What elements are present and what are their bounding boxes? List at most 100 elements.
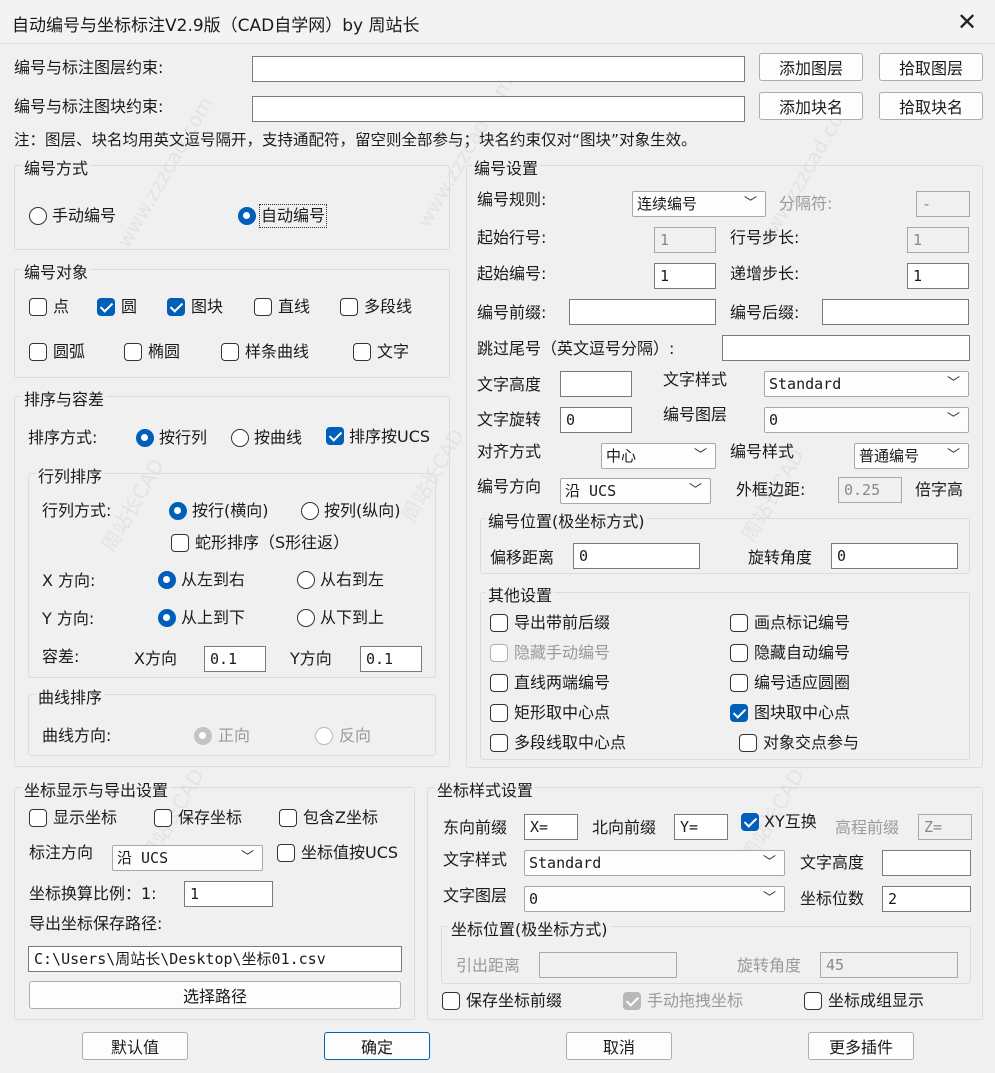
east-prefix-input[interactable]: X=	[524, 814, 578, 840]
num-direction-select[interactable]: 沿 UCS ﹀	[560, 478, 711, 504]
frame-margin-input[interactable]: 0.25	[838, 477, 902, 503]
pick-layer-button[interactable]: 拾取图层	[879, 53, 983, 81]
auto-numbering-radio[interactable]	[238, 207, 256, 225]
include-z-checkbox[interactable]	[279, 809, 297, 827]
curve-forward-radio[interactable]	[194, 727, 212, 745]
start-row-label: 起始行号:	[477, 228, 547, 247]
rule-select[interactable]: 连续编号 ﹀	[632, 191, 766, 217]
obj-arc-checkbox[interactable]	[29, 343, 47, 361]
skip-input[interactable]	[722, 335, 970, 361]
obj-text-checkbox[interactable]	[353, 343, 371, 361]
block-center-checkbox[interactable]	[730, 704, 748, 722]
line-both-ends-checkbox[interactable]	[490, 674, 508, 692]
y-bottom-top-label: 从下到上	[320, 608, 385, 627]
row-sort-title: 行列排序	[36, 463, 105, 487]
layer-constraint-input[interactable]	[252, 56, 745, 82]
coord-ucs-checkbox[interactable]	[277, 844, 295, 862]
ok-button[interactable]: 确定	[324, 1032, 430, 1060]
point-mark-checkbox[interactable]	[730, 614, 748, 632]
rect-center-label: 矩形取中心点	[514, 703, 611, 722]
y-top-bottom-label: 从上到下	[181, 608, 246, 627]
add-layer-button[interactable]: 添加图层	[759, 53, 863, 81]
rect-center-checkbox[interactable]	[490, 704, 508, 722]
y-bottom-top-radio[interactable]	[297, 609, 315, 627]
obj-point-checkbox[interactable]	[29, 298, 47, 316]
text-rotation-input[interactable]: 0	[560, 407, 632, 433]
num-style-select[interactable]: 普通编号 ﹀	[854, 443, 969, 469]
show-coord-checkbox[interactable]	[29, 809, 47, 827]
manual-numbering-radio[interactable]	[29, 207, 47, 225]
num-layer-select[interactable]: 0 ﹀	[764, 407, 969, 433]
sort-by-row-radio[interactable]	[136, 429, 154, 447]
pick-block-button[interactable]: 拾取块名	[879, 92, 983, 120]
sort-method-label: 排序方式:	[28, 428, 98, 447]
obj-spline-checkbox[interactable]	[221, 343, 239, 361]
choose-path-button[interactable]: 选择路径	[29, 981, 401, 1009]
add-block-button[interactable]: 添加块名	[759, 92, 863, 120]
x-left-right-radio[interactable]	[158, 571, 176, 589]
block-constraint-input[interactable]	[252, 96, 745, 122]
export-path-input[interactable]: C:\Users\周站长\Desktop\坐标01.csv	[28, 946, 402, 972]
include-z-label: 包含Z坐标	[303, 808, 378, 827]
row-step-label: 行号步长:	[730, 228, 800, 247]
prefix-input[interactable]	[569, 299, 716, 325]
coord-text-layer-select[interactable]: 0 ﹀	[524, 886, 785, 912]
default-button[interactable]: 默认值	[82, 1032, 188, 1060]
obj-ellipse-checkbox[interactable]	[124, 343, 142, 361]
sort-by-ucs-checkbox[interactable]	[326, 427, 344, 445]
col-vertical-radio[interactable]	[301, 502, 319, 520]
curve-reverse-radio[interactable]	[315, 727, 333, 745]
tolerance-y-input[interactable]: 0.1	[360, 646, 422, 672]
x-right-left-radio[interactable]	[297, 571, 315, 589]
tolerance-y-label: Y方向	[290, 649, 332, 668]
suffix-input[interactable]	[822, 299, 969, 325]
row-horizontal-label: 按行(横向)	[192, 501, 269, 520]
y-top-bottom-radio[interactable]	[158, 609, 176, 627]
obj-polyline-checkbox[interactable]	[340, 298, 358, 316]
save-coord-checkbox[interactable]	[154, 809, 172, 827]
obj-block-checkbox[interactable]	[167, 298, 185, 316]
elev-prefix-input[interactable]: Z=	[918, 814, 972, 840]
hide-auto-checkbox[interactable]	[730, 644, 748, 662]
start-num-input[interactable]: 1	[654, 263, 716, 289]
offset-distance-input[interactable]: 0	[573, 543, 700, 569]
manual-drag-checkbox[interactable]	[623, 992, 641, 1010]
hide-manual-checkbox[interactable]	[490, 644, 508, 662]
rotation-angle-input[interactable]: 0	[831, 543, 958, 569]
separator-input[interactable]: -	[916, 191, 970, 217]
close-icon[interactable]: ✕	[939, 0, 995, 44]
coord-text-style-select[interactable]: Standard ﹀	[524, 850, 785, 876]
inc-step-input[interactable]: 1	[907, 263, 969, 289]
label-direction-select[interactable]: 沿 UCS ﹀	[112, 845, 263, 871]
coord-digits-label: 坐标位数	[800, 889, 865, 908]
fit-circle-checkbox[interactable]	[730, 674, 748, 692]
scale-input[interactable]: 1	[184, 881, 273, 907]
north-prefix-input[interactable]: Y=	[674, 814, 728, 840]
sort-by-curve-radio[interactable]	[231, 429, 249, 447]
frame-unit-label: 倍字高	[915, 480, 964, 499]
row-step-input[interactable]: 1	[907, 227, 969, 253]
lead-distance-input[interactable]	[539, 952, 677, 978]
row-horizontal-radio[interactable]	[169, 502, 187, 520]
align-select[interactable]: 中心 ﹀	[601, 443, 716, 469]
more-plugins-button[interactable]: 更多插件	[808, 1032, 914, 1060]
polyline-center-checkbox[interactable]	[490, 734, 508, 752]
xy-swap-label: XY互换	[764, 812, 817, 831]
obj-line-checkbox[interactable]	[254, 298, 272, 316]
coord-digits-input[interactable]: 2	[882, 886, 971, 912]
start-row-input[interactable]: 1	[654, 227, 716, 253]
export-prefix-suffix-checkbox[interactable]	[490, 614, 508, 632]
save-prefix-checkbox[interactable]	[442, 992, 460, 1010]
xy-swap-checkbox[interactable]	[741, 813, 759, 831]
text-style-select[interactable]: Standard ﹀	[764, 371, 969, 397]
coord-text-height-input[interactable]	[882, 850, 971, 876]
group-display-checkbox[interactable]	[804, 992, 822, 1010]
text-height-input[interactable]	[560, 371, 632, 397]
cancel-button[interactable]: 取消	[566, 1032, 672, 1060]
obj-circle-checkbox[interactable]	[97, 298, 115, 316]
tolerance-x-input[interactable]: 0.1	[204, 646, 266, 672]
curve-reverse-label: 反向	[339, 726, 372, 745]
snake-sort-checkbox[interactable]	[171, 534, 189, 552]
coord-angle-input[interactable]: 45	[820, 952, 958, 978]
intersection-checkbox[interactable]	[739, 734, 757, 752]
